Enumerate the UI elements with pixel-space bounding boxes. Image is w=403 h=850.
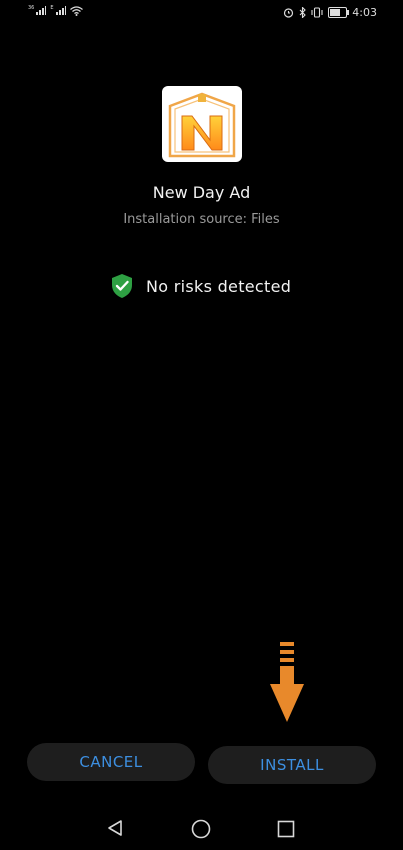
security-status: No risks detected xyxy=(110,273,291,299)
signal-icon xyxy=(36,6,47,15)
sim2-label: E xyxy=(50,5,54,11)
cancel-button[interactable]: CANCEL xyxy=(27,743,195,781)
sim1-label: 36 xyxy=(28,5,35,11)
status-bar-right: 4:03 xyxy=(283,6,377,19)
installation-source: Installation source: Files xyxy=(123,212,280,227)
app-logo-icon xyxy=(162,86,242,162)
signal-icon xyxy=(55,6,66,15)
recent-apps-icon[interactable] xyxy=(277,820,295,838)
home-icon[interactable] xyxy=(191,819,211,839)
status-bar: 36 E 4:03 xyxy=(0,0,403,28)
back-icon[interactable] xyxy=(106,819,124,837)
install-button[interactable]: INSTALL xyxy=(208,746,376,784)
wifi-icon xyxy=(69,6,83,16)
app-name: New Day Ad xyxy=(152,183,251,202)
alarm-icon xyxy=(284,8,294,18)
bluetooth-icon xyxy=(299,7,307,18)
vibrate-icon xyxy=(311,7,323,18)
arrow-down-icon xyxy=(270,642,304,722)
battery-icon xyxy=(328,7,350,18)
status-bar-left: 36 E xyxy=(28,6,83,16)
security-status-text: No risks detected xyxy=(146,276,292,296)
navigation-bar xyxy=(0,810,403,846)
shield-check-icon xyxy=(112,274,132,298)
status-time: 4:03 xyxy=(352,6,377,19)
